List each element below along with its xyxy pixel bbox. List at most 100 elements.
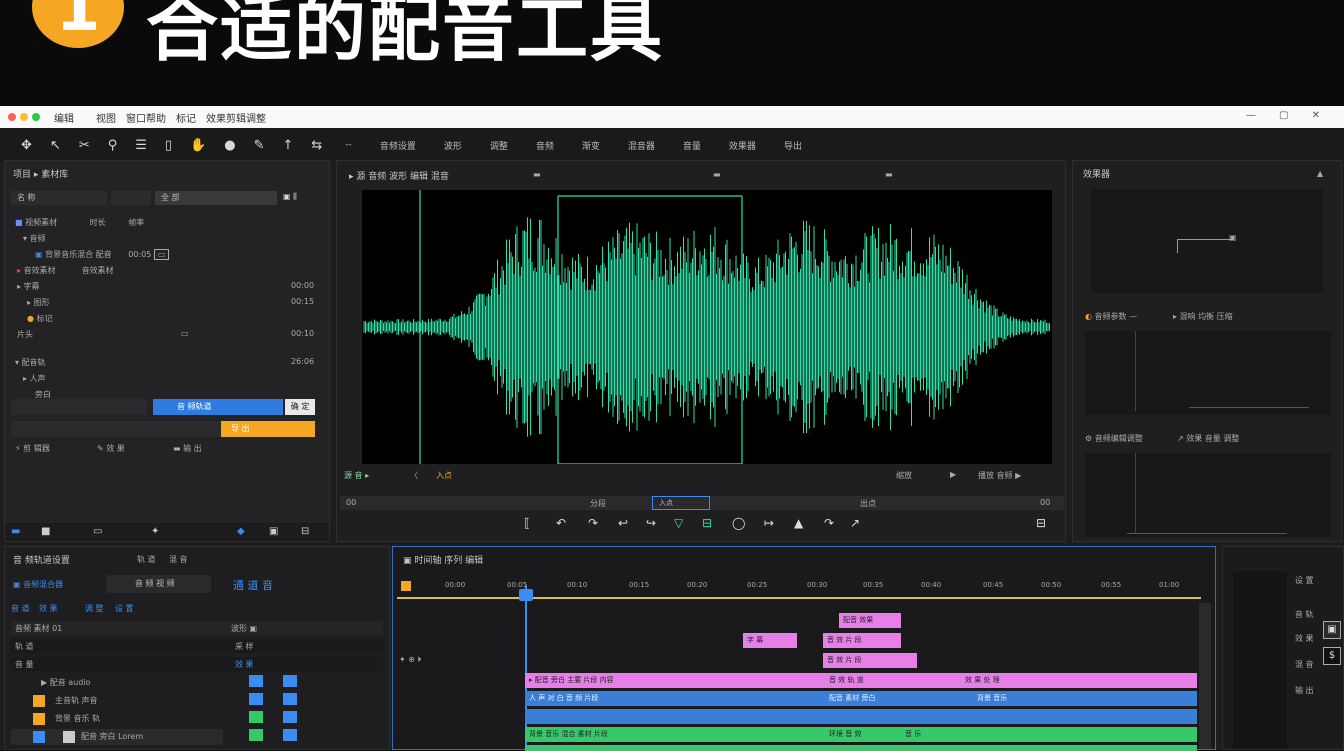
effect-graph-3[interactable] [1085,453,1331,537]
work-area-bar[interactable] [397,597,1201,599]
table-row[interactable]: ▶ 配音 audio [11,675,223,691]
effect-graph-2[interactable] [1085,331,1331,415]
toolbar-audio[interactable]: 音频 [522,139,568,152]
timeline-clip[interactable]: 音 效 片 段 [823,633,901,648]
list-view-icon[interactable]: ▬ [11,523,20,541]
settings-button[interactable]: ⊟ [1036,516,1046,530]
record-button[interactable]: ◯ [732,516,745,530]
effect-graph-1[interactable]: ▣ [1091,189,1323,293]
go-end-button[interactable]: ↦ [764,516,774,530]
mark-in-button[interactable]: ⟦ [524,516,530,530]
side-button-icon[interactable]: $ [1323,647,1341,665]
slip-icon[interactable]: ⇆ [302,128,331,162]
side-label[interactable]: 输 出 [1295,685,1314,696]
solo-toggle[interactable] [249,711,263,723]
timeline-ruler[interactable]: 00:00 00:05 00:10 00:15 00:20 00:25 00:3… [397,577,1201,603]
play-button[interactable]: ▽ [674,516,683,530]
timeline-clip[interactable]: 背景 音乐 混合 素材 片段 [525,727,825,742]
project-filter-dropdown[interactable]: 全 部 [155,191,277,205]
track-field[interactable]: 音 频 视 频 [107,575,211,593]
list-item[interactable]: ▾ 音频 [23,233,46,244]
list-item[interactable]: ▣ 背景音乐混合 配音 00:05 ▭ [35,249,170,260]
list-item[interactable]: ▸ 图形 00:15 [27,297,314,308]
zoom-icon[interactable]: ⚲ [99,128,127,162]
icon-view-icon[interactable]: ■ [41,523,50,541]
track-tool-row[interactable]: ▣ 音频混合器 [13,579,63,590]
timeline-clip[interactable]: 配音 效果 [839,613,901,628]
solo-toggle[interactable] [249,729,263,741]
mute-toggle[interactable] [283,711,297,723]
confirm-button[interactable]: 确 定 [285,399,315,415]
list-item[interactable]: ● 标记 [27,313,53,324]
move-icon[interactable]: ✥ [12,128,41,162]
panel-collapse-icon[interactable]: ▲ [1317,169,1323,178]
chip-effects[interactable]: 效 果 [39,603,58,614]
razor-icon[interactable]: ✂ [70,128,99,162]
project-search-left[interactable]: 名 称 [11,191,107,205]
timeline-clip[interactable]: 人 声 对 白 音 频 片段 [525,691,825,706]
timeline-clip[interactable] [903,653,917,668]
shape-icon[interactable]: ▯ [156,128,181,162]
toolbar-volume[interactable]: 音量 [669,139,715,152]
source-play-tool[interactable]: ▶ [950,470,956,479]
timeline-clip[interactable]: 环境 音 效 [825,727,901,742]
table-row[interactable]: 音 量 效 果 [11,657,383,671]
source-back-tool[interactable]: 〈 [410,470,418,481]
waveform-display[interactable] [362,190,1052,465]
scrub-playhead-box[interactable]: 入点 [652,496,710,510]
side-label[interactable]: 音 轨 [1295,609,1314,620]
window-controls[interactable]: — ▢ ✕ [1246,110,1330,121]
export-button[interactable]: 导 出 [221,421,315,437]
tab-tracks[interactable]: 轨 道 [137,554,156,565]
timeline-clip[interactable] [525,709,1197,724]
footer-output[interactable]: ▬ 输 出 [173,443,202,454]
audio-track-button[interactable]: 音 频轨道 [153,399,283,415]
menu-edit[interactable]: 编辑 [54,110,74,125]
timeline-clip[interactable] [525,745,1197,751]
freeform-icon[interactable]: ▭ [93,523,102,541]
toolbar-effects[interactable]: 效果器 [715,139,770,152]
timeline-clip[interactable]: 音 效 片 段 [823,653,903,668]
menu-mark[interactable]: 标记 [176,110,196,125]
list-item[interactable]: ▸ 音效素材 音效素材 [17,265,114,276]
source-label[interactable]: 源 音 ▸ [344,470,369,481]
select-icon[interactable]: ↖ [41,128,70,162]
source-play-audio[interactable]: 播放 音频 ▶ [978,470,1021,481]
list-item[interactable]: ■ 视频素材 时长 帧率 [15,217,144,228]
timeline-scrollbar[interactable] [1199,603,1211,749]
timeline-clip[interactable]: 音 乐 [901,727,1197,742]
trash-icon[interactable]: ⊟ [301,523,309,541]
scrub-bar[interactable]: 00 分段 入点 出点 00 [340,496,1064,510]
chip-channel[interactable]: 音 道 [11,603,30,614]
side-label[interactable]: 混 音 [1295,659,1314,670]
toolbar-export[interactable]: 导出 [770,139,816,152]
close-dot[interactable] [8,113,16,121]
graph-node[interactable]: ▣ [1229,233,1237,242]
footer-editor[interactable]: ⚡ 剪 辑器 [15,443,50,454]
solo-toggle[interactable] [249,693,263,705]
timeline-clip[interactable]: 背景 音乐 [973,691,1197,706]
slider-handle-icon[interactable]: ✦ [151,523,159,541]
toolbar-fade[interactable]: 渐变 [568,139,614,152]
lift-button[interactable]: ▲ [794,516,803,530]
toolbar-waveform[interactable]: 波形 [430,139,476,152]
playhead-handle[interactable] [519,589,533,601]
list-item[interactable]: ▾ 配音轨 26:06 [15,357,314,368]
menu-effects[interactable]: 效果剪辑调整 [206,110,266,125]
step-back-button[interactable]: ↩ [618,516,628,530]
mute-toggle[interactable] [283,675,297,687]
folder-icon[interactable]: ▣ [269,523,278,541]
source-in-point[interactable]: 入点 [436,470,452,481]
zoom-dot[interactable] [32,113,40,121]
loop-button[interactable]: ⊟ [702,516,712,530]
new-item-icon[interactable]: ◆ [237,523,245,541]
table-row[interactable]: 主音轨 声音 [11,693,223,709]
mute-toggle[interactable] [283,693,297,705]
footer-effects[interactable]: ✎ 效 果 [97,443,125,454]
hand-icon[interactable]: ✋ [181,128,215,162]
table-row[interactable]: 轨 道 采 样 [11,639,383,653]
timeline-clip[interactable]: 字 幕 [743,633,797,648]
side-label[interactable]: 设 置 [1295,575,1314,586]
export-frame-button[interactable]: ↗ [850,516,860,530]
arrow-icon[interactable]: ↑ [274,128,303,162]
